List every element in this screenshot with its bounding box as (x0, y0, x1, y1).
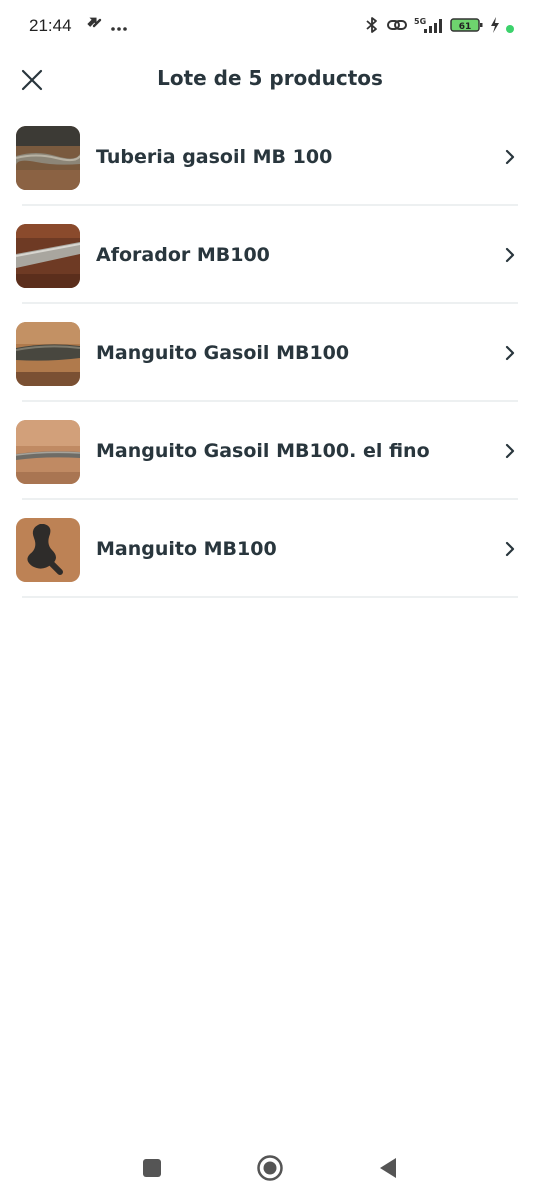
status-time: 21:44 (29, 16, 72, 35)
more-dots-icon (110, 17, 128, 36)
back-button[interactable] (368, 1148, 408, 1188)
chevron-right-icon (505, 345, 515, 361)
signal-5g-icon: 5G (414, 16, 444, 38)
home-icon (257, 1155, 283, 1181)
link-icon (386, 17, 408, 37)
list-item[interactable]: Manguito Gasoil MB100. el fino (0, 402, 540, 500)
product-thumbnail (16, 224, 80, 288)
network-label: 5G (414, 17, 426, 26)
item-label: Manguito Gasoil MB100. el fino (96, 440, 430, 462)
status-left-icons (84, 16, 128, 36)
chevron-right-icon (505, 443, 515, 459)
item-label: Manguito MB100 (96, 538, 277, 560)
item-label: Manguito Gasoil MB100 (96, 342, 350, 364)
home-button[interactable] (250, 1148, 290, 1188)
product-list: Tuberia gasoil MB 100 Aforador MB100 Man… (0, 108, 540, 598)
item-label: Tuberia gasoil MB 100 (96, 146, 333, 168)
notification-app-icon (84, 16, 102, 36)
dot-indicator-icon (506, 18, 514, 37)
product-thumbnail (16, 322, 80, 386)
battery-level: 61 (459, 22, 472, 32)
bluetooth-icon (364, 16, 380, 38)
list-item[interactable]: Tuberia gasoil MB 100 (0, 108, 540, 206)
status-bar: 21:44 5G 61 (0, 0, 540, 54)
list-item[interactable]: Manguito MB100 (0, 500, 540, 598)
page-title: Lote de 5 productos (157, 66, 383, 90)
list-item[interactable]: Manguito Gasoil MB100 (0, 304, 540, 402)
charging-icon (490, 17, 500, 37)
product-thumbnail (16, 420, 80, 484)
divider (22, 596, 518, 598)
battery-icon: 61 (450, 16, 484, 38)
list-item[interactable]: Aforador MB100 (0, 206, 540, 304)
header: Lote de 5 productos (0, 54, 540, 104)
chevron-right-icon (505, 541, 515, 557)
product-thumbnail (16, 518, 80, 582)
status-right-icons: 5G 61 (364, 16, 514, 38)
item-label: Aforador MB100 (96, 244, 270, 266)
system-nav-bar (0, 1134, 540, 1200)
product-thumbnail (16, 126, 80, 190)
recent-apps-icon (143, 1159, 161, 1177)
recent-apps-button[interactable] (132, 1148, 172, 1188)
chevron-right-icon (505, 247, 515, 263)
chevron-right-icon (505, 149, 515, 165)
back-icon (380, 1158, 396, 1178)
